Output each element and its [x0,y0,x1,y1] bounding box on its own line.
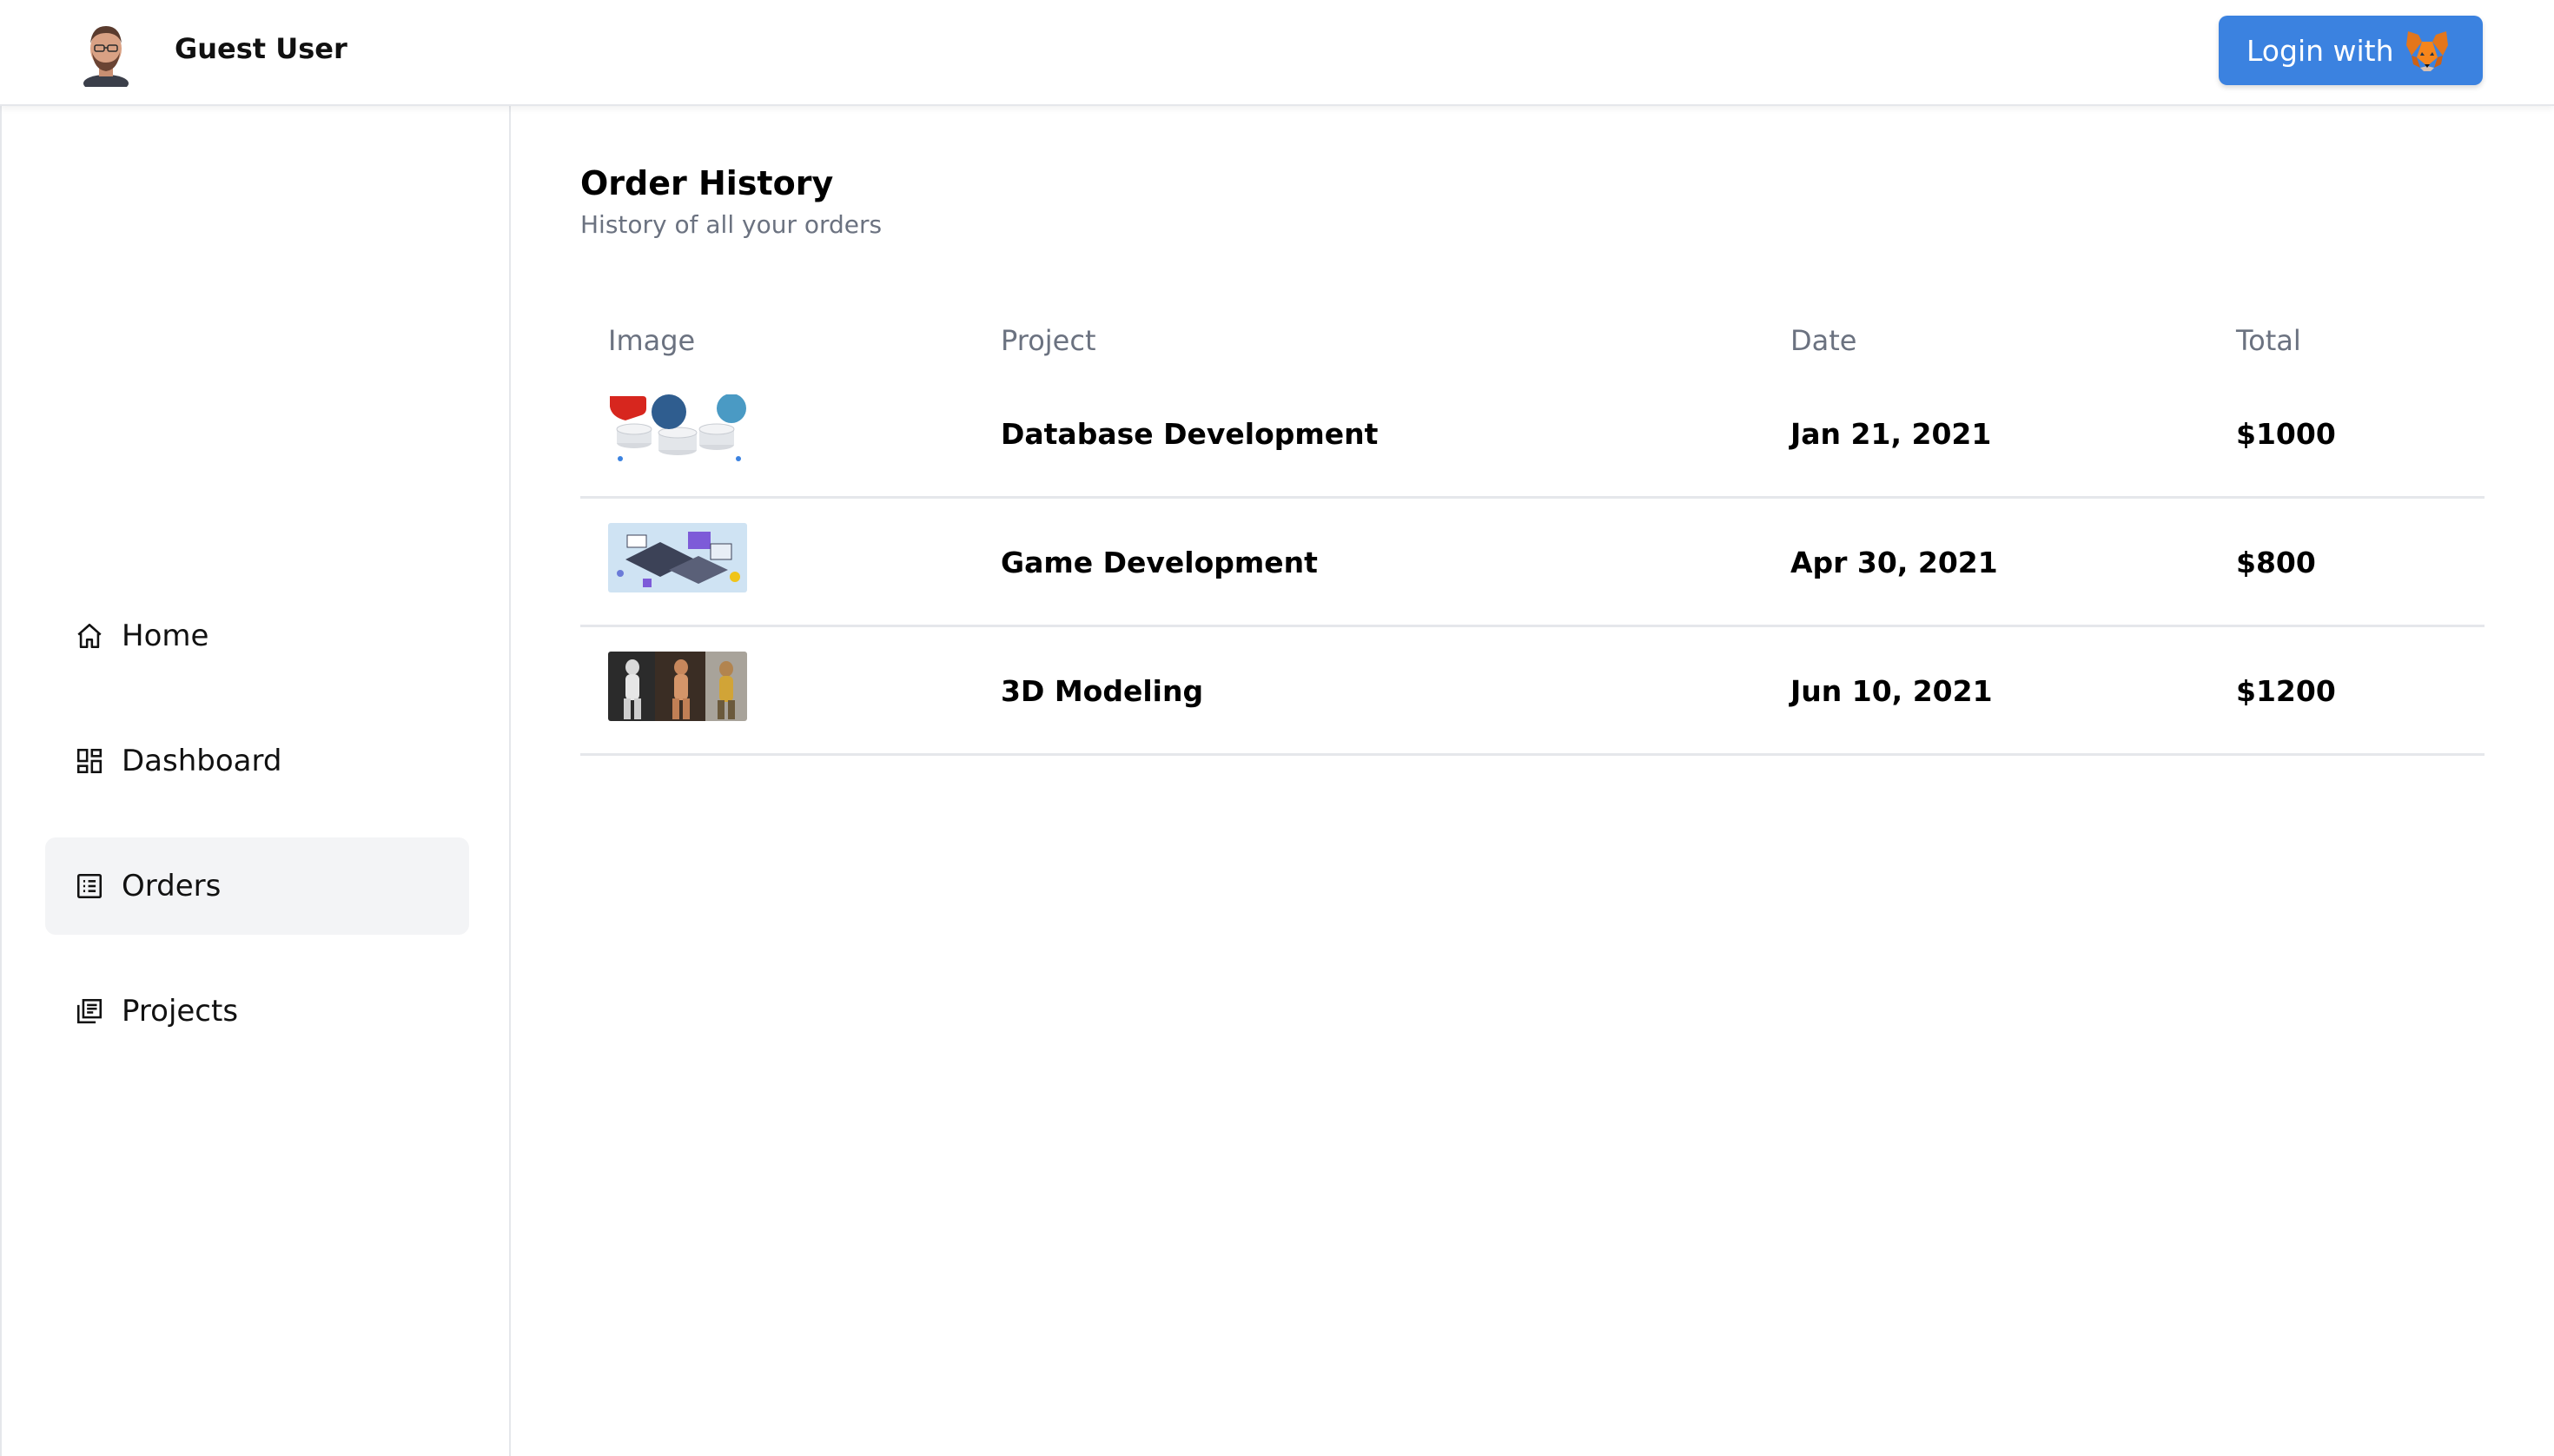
user-name: Guest User [175,32,347,65]
column-header-image: Image [608,324,696,357]
order-project-name: Database Development [1001,417,1379,451]
login-button[interactable]: Login with [2219,16,2483,85]
sidebar-item-dashboard[interactable]: Dashboard [45,712,469,810]
main-content: Order History History of all your orders… [513,106,2554,1456]
sidebar-item-label: Orders [122,869,222,903]
order-total: $1200 [2236,674,2336,708]
order-date: Apr 30, 2021 [1790,546,1998,579]
sidebar: Home Dashboard Orders Projects [0,106,511,1456]
order-total: $800 [2236,546,2316,579]
sidebar-item-label: Projects [122,994,239,1029]
table-row[interactable]: Database Development Jan 21, 2021 $1000 [580,370,2485,499]
table-header: Image Project Date Total [580,306,2485,370]
order-project-name: Game Development [1001,546,1318,579]
order-date: Jun 10, 2021 [1790,674,1993,708]
column-header-project: Project [1001,324,1096,357]
user-avatar[interactable] [78,19,134,87]
order-date: Jan 21, 2021 [1790,417,1992,451]
orders-icon [76,873,103,899]
home-icon [77,623,102,649]
sidebar-item-label: Home [122,619,209,653]
sidebar-item-home[interactable]: Home [45,587,469,685]
page-title: Order History [580,164,834,202]
login-button-label: Login with [2246,33,2394,68]
database-thumbnail [608,394,747,464]
order-total: $1000 [2236,417,2336,451]
table-row[interactable]: 3D Modeling Jun 10, 2021 $1200 [580,627,2485,756]
app-root: Guest User Login with Home Dashboard Ord… [0,0,2554,1456]
column-header-total: Total [2236,324,2301,357]
sidebar-item-label: Dashboard [122,744,282,778]
page-subtitle: History of all your orders [580,210,883,239]
metamask-fox-icon [2406,31,2448,71]
projects-icon [76,998,103,1024]
top-header: Guest User Login with [0,0,2554,106]
dashboard-icon [76,748,103,774]
table-row[interactable]: Game Development Apr 30, 2021 $800 [580,499,2485,627]
orders-table: Image Project Date Total Database Develo… [580,306,2485,756]
sidebar-item-projects[interactable]: Projects [45,963,469,1060]
column-header-date: Date [1790,324,1857,357]
game-dev-thumbnail [608,523,747,592]
order-project-name: 3D Modeling [1001,674,1204,708]
3d-modeling-thumbnail [608,652,747,721]
sidebar-item-orders[interactable]: Orders [45,837,469,935]
